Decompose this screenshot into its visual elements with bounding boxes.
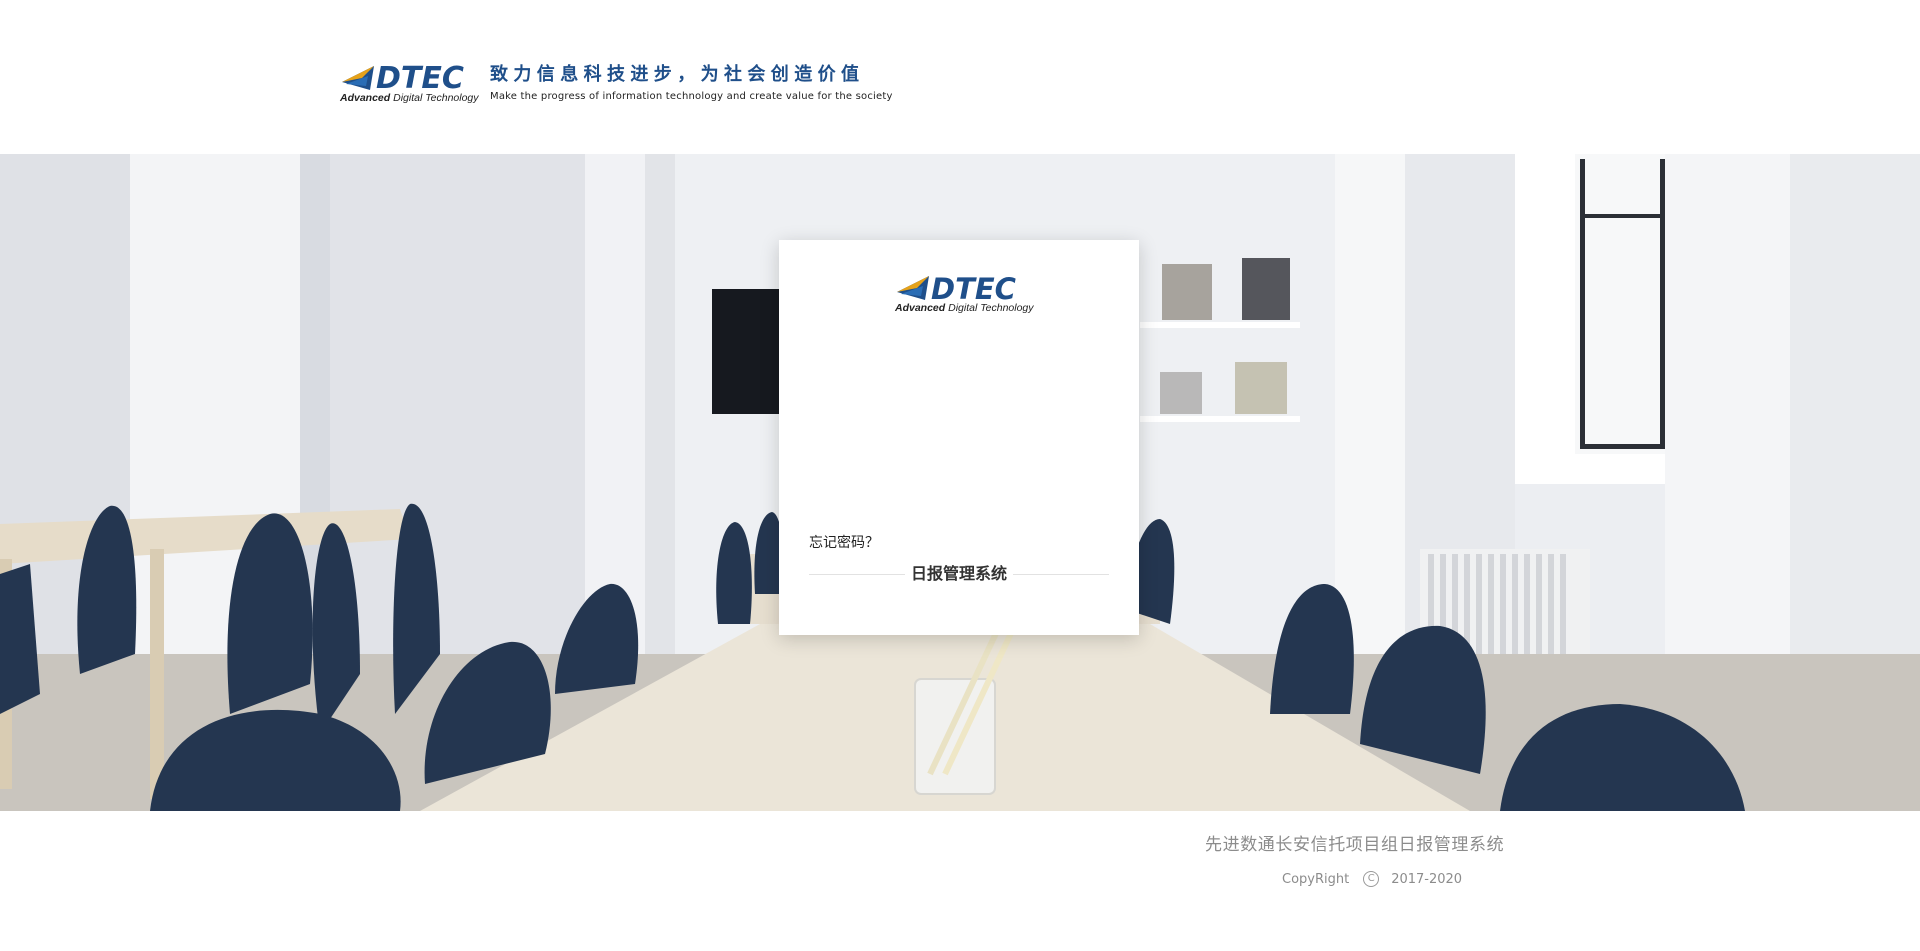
- logo-wordmark: DTEC: [376, 61, 464, 96]
- system-title-wrap: 日报管理系统: [779, 564, 1139, 584]
- logo-subtitle-bold: Advanced: [340, 92, 391, 104]
- card-logo-subtitle-rest: Digital Technology: [945, 302, 1034, 314]
- card-logo-subtitle-bold: Advanced: [895, 302, 946, 314]
- card-logo-wordmark: DTEC: [931, 272, 1016, 306]
- card-logo-subtitle: Advanced Digital Technology: [895, 302, 1034, 314]
- footer-copyright: CopyRight C 2017-2020: [1282, 871, 1462, 887]
- site-header: DTEC Advanced Digital Technology 致力信息科技进…: [0, 0, 1920, 154]
- forgot-password-link[interactable]: 忘记密码？: [809, 532, 879, 552]
- dtec-logo-icon: [342, 66, 374, 90]
- dtec-logo-icon: [897, 276, 929, 300]
- copyright-years: 2017-2020: [1391, 871, 1463, 887]
- slogan-english: Make the progress of information technol…: [490, 91, 893, 102]
- copyright-icon: C: [1363, 871, 1380, 887]
- dtec-logo[interactable]: DTEC Advanced Digital Technology: [340, 61, 479, 106]
- card-dtec-logo: DTEC Advanced Digital Technology: [895, 272, 1034, 316]
- system-title: 日报管理系统: [904, 564, 1013, 584]
- slogan: 致力信息科技进步，为社会创造价值 Make the progress of in…: [490, 63, 893, 102]
- slogan-chinese: 致力信息科技进步，为社会创造价值: [490, 64, 865, 85]
- copyright-label: CopyRight: [1282, 871, 1350, 887]
- login-card: DTEC Advanced Digital Technology 忘记密码？ 日…: [779, 240, 1139, 635]
- footer-title: 先进数通长安信托项目组日报管理系统: [1205, 835, 1505, 855]
- logo-subtitle: Advanced Digital Technology: [340, 92, 479, 104]
- logo-subtitle-rest: Digital Technology: [390, 92, 479, 104]
